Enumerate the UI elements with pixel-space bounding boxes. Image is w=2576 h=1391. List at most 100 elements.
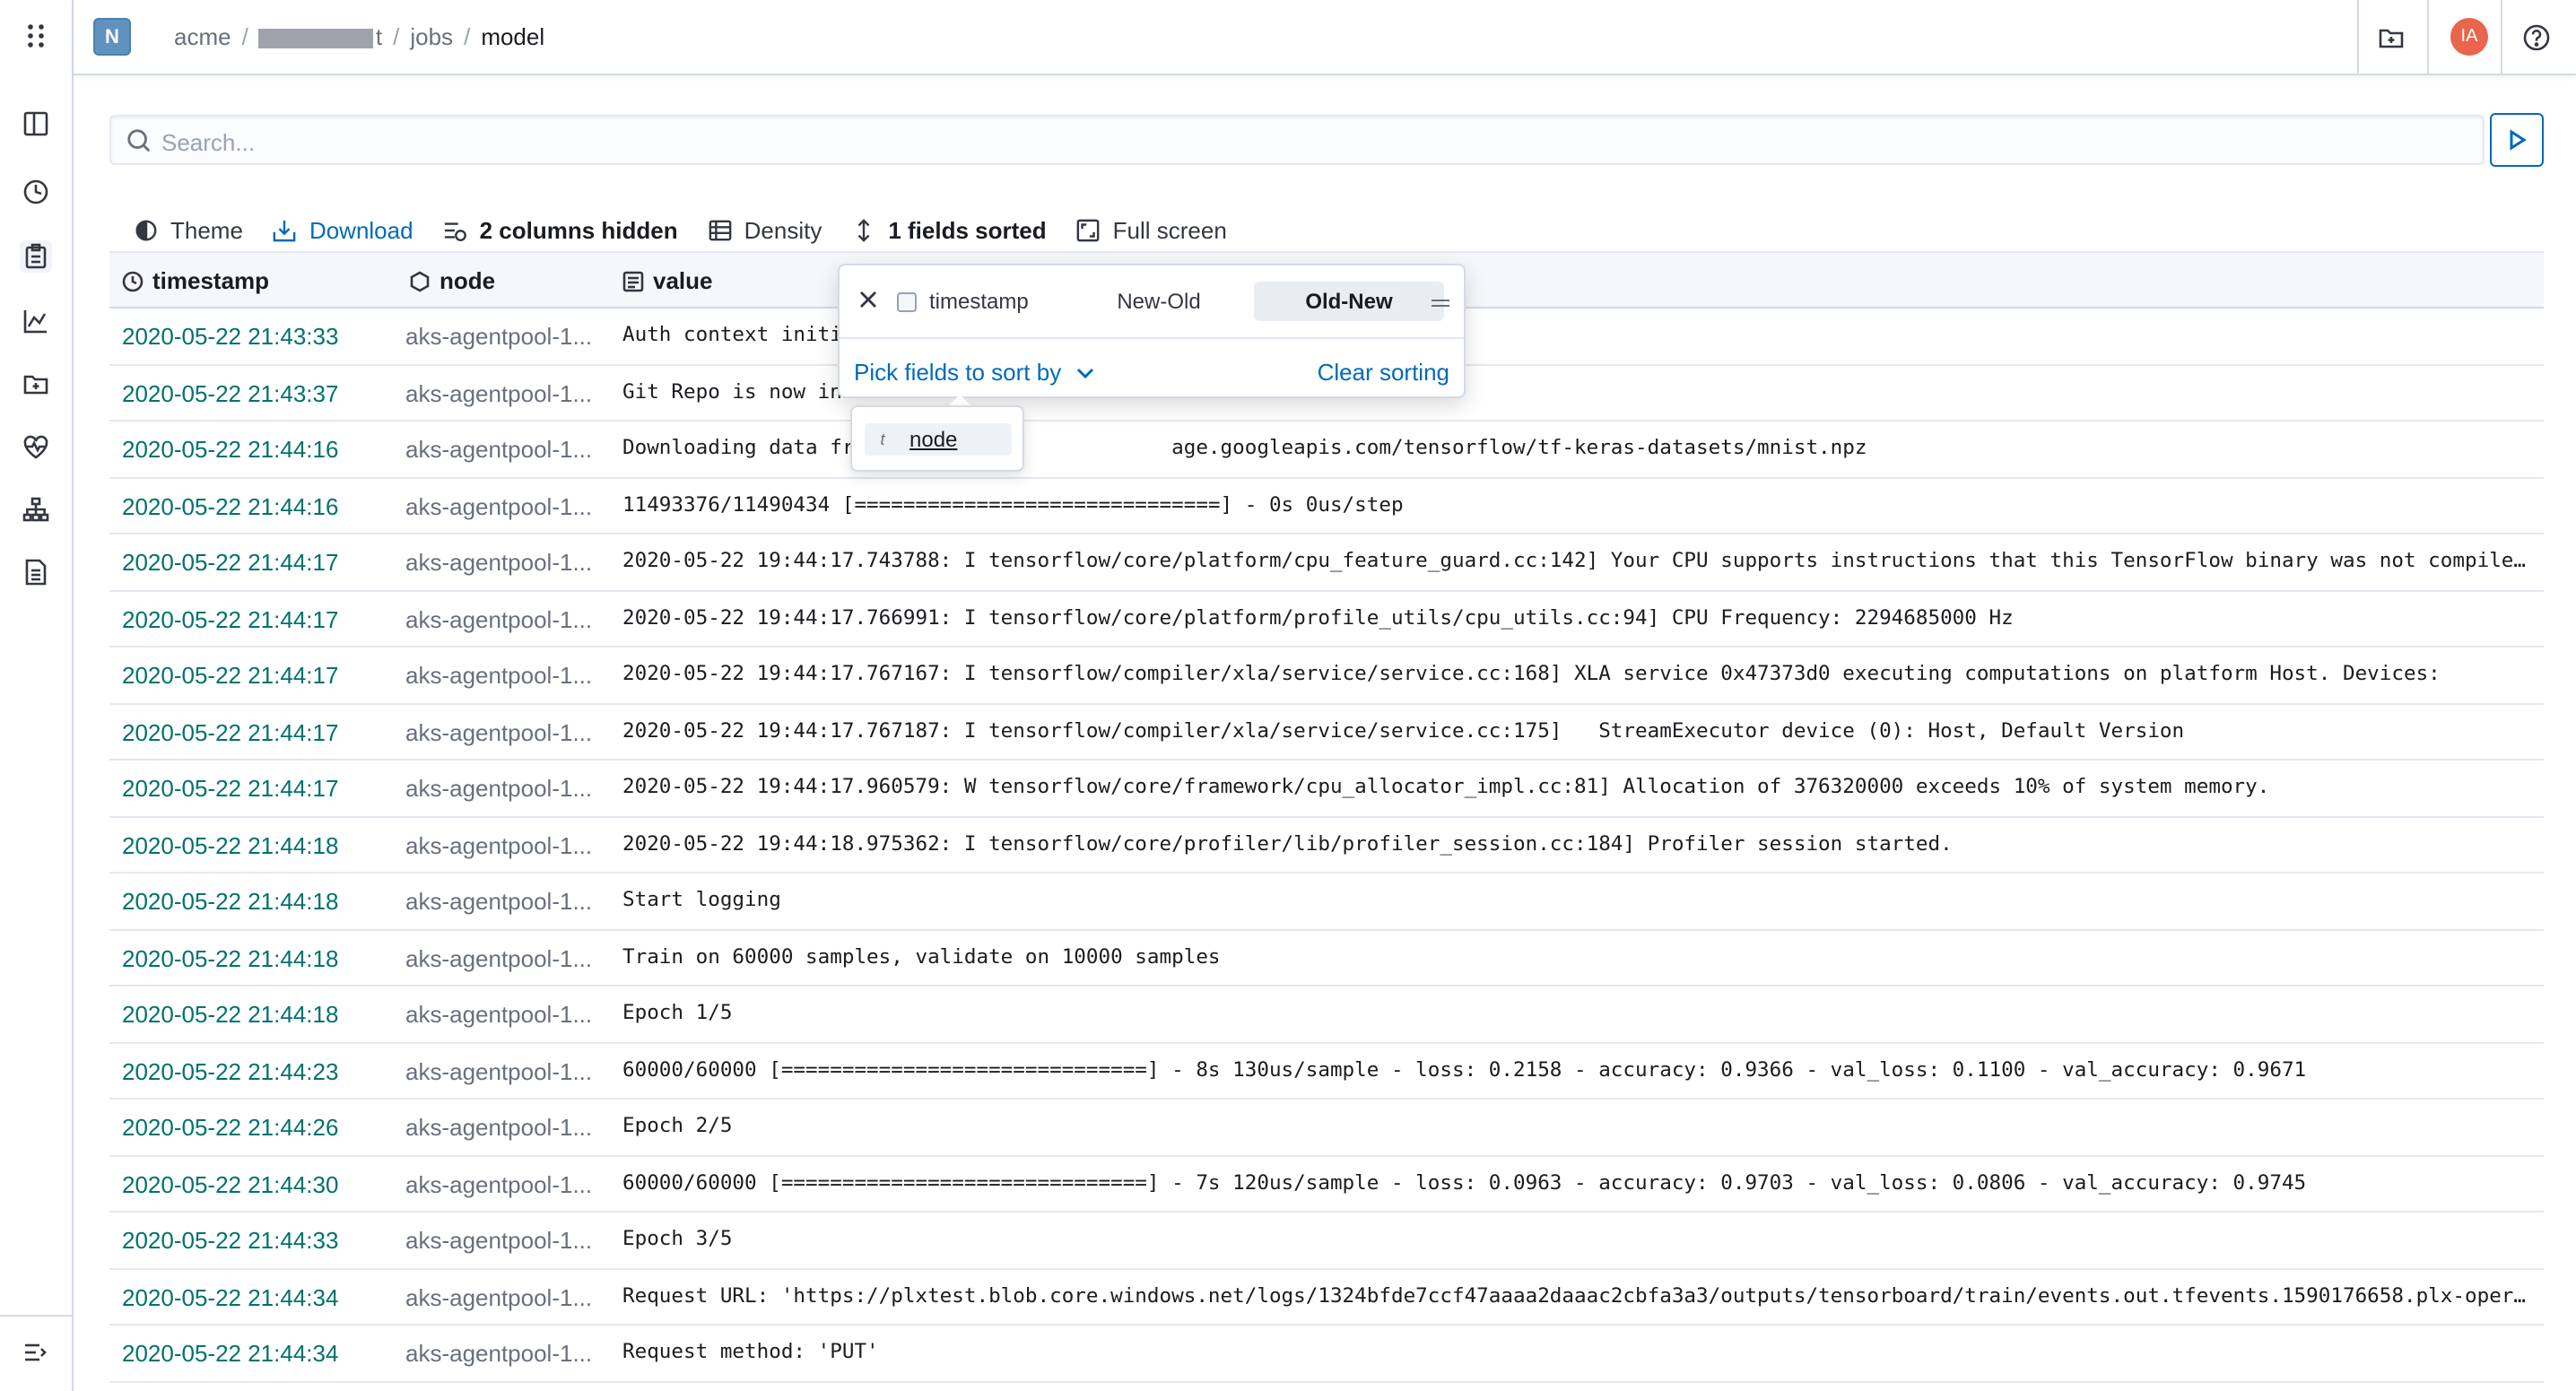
density-icon [709, 219, 731, 240]
value-cell: 60000/60000 [===========================… [622, 1057, 2307, 1081]
table-row[interactable]: 2020-05-22 21:44:18 aks-agentpool-1... 202… [109, 817, 2544, 874]
node-cell: aks-agentpool-1... [405, 831, 593, 858]
layout-icon[interactable] [20, 108, 52, 140]
sort-fields-button[interactable]: 1 fields sorted [852, 216, 1047, 243]
timestamp-cell: 2020-05-22 21:44:18 [122, 888, 339, 915]
value-cell: Request method: 'PUT' [622, 1340, 879, 1363]
table-row[interactable]: 2020-05-22 21:44:16 aks-agentpool-1... 114… [109, 478, 2544, 535]
clipboard-icon[interactable] [20, 240, 52, 273]
node-cell: aks-agentpool-1... [405, 549, 593, 576]
table-row[interactable]: 2020-05-22 21:44:18 aks-agentpool-1... Sta… [109, 874, 2544, 930]
value-cell: 2020-05-22 19:44:17.766991: I tensorflow… [622, 605, 2014, 629]
table-row[interactable]: 2020-05-22 21:44:17 aks-agentpool-1... 202… [109, 648, 2544, 704]
hierarchy-icon[interactable] [20, 493, 52, 526]
table-row[interactable]: 2020-05-22 21:44:17 aks-agentpool-1... 202… [109, 761, 2544, 817]
picker-option-node[interactable]: t node [865, 423, 1012, 456]
sort-popover: timestamp New-Old Old-New Pick fields to… [838, 264, 1466, 421]
timestamp-cell: 2020-05-22 21:44:30 [122, 1170, 339, 1197]
value-cell: Epoch 1/5 [622, 1001, 733, 1024]
document-icon[interactable] [20, 556, 52, 588]
sort-new-old-option[interactable]: New-Old [1064, 282, 1254, 321]
log-data-grid: timestamp node value 2020-05-22 21:43:33… [109, 251, 2544, 1382]
search-input[interactable] [161, 124, 2458, 160]
sort-field-timestamp: timestamp [897, 289, 1029, 314]
clear-sorting-button[interactable]: Clear sorting [1318, 359, 1449, 386]
table-row[interactable]: 2020-05-22 21:44:18 aks-agentpool-1... Tra… [109, 930, 2544, 987]
play-icon [2510, 129, 2527, 151]
table-row[interactable]: 2020-05-22 21:44:17 aks-agentpool-1... 202… [109, 535, 2544, 591]
table-row[interactable]: 2020-05-22 21:44:16 aks-agentpool-1... Dow… [109, 422, 2544, 478]
timestamp-cell: 2020-05-22 21:44:17 [122, 662, 339, 689]
timestamp-cell: 2020-05-22 21:44:17 [122, 718, 339, 745]
value-cell: 11493376/11490434 [=====================… [622, 492, 1404, 516]
column-header-timestamp[interactable]: timestamp [122, 267, 269, 294]
drag-handle-icon[interactable] [1432, 300, 1449, 307]
table-row[interactable]: 2020-05-22 21:44:34 aks-agentpool-1... Req… [109, 1326, 2544, 1382]
node-cell: aks-agentpool-1... [405, 888, 593, 915]
timestamp-cell: 2020-05-22 21:44:16 [122, 492, 339, 519]
top-header: N acme / t / jobs / model IA [74, 0, 2576, 75]
heartbeat-icon[interactable] [20, 430, 52, 463]
columns-icon [445, 222, 467, 240]
app-menu-icon[interactable] [22, 22, 50, 50]
node-cell: aks-agentpool-1... [405, 775, 593, 802]
folder-upload-icon[interactable] [2373, 20, 2409, 56]
download-button[interactable]: Download [274, 216, 413, 243]
timestamp-cell: 2020-05-22 21:43:33 [122, 323, 339, 350]
download-icon [274, 219, 297, 241]
timestamp-cell: 2020-05-22 21:44:23 [122, 1057, 339, 1084]
chart-icon[interactable] [20, 305, 52, 337]
help-icon[interactable] [2519, 20, 2554, 56]
header-divider [2357, 0, 2359, 75]
node-cell: aks-agentpool-1... [405, 1114, 593, 1141]
remove-sort-button[interactable] [857, 289, 879, 310]
app-root: N acme / t / jobs / model IA Theme Do [0, 0, 2576, 1391]
value-cell: Epoch 2/5 [622, 1114, 733, 1137]
breadcrumb: acme / t / jobs / model [174, 23, 544, 50]
table-row[interactable]: 2020-05-22 21:44:17 aks-agentpool-1... 202… [109, 704, 2544, 761]
value-cell: 2020-05-22 19:44:17.767167: I tensorflow… [622, 662, 2441, 685]
timestamp-cell: 2020-05-22 21:44:33 [122, 1227, 339, 1254]
run-search-button[interactable] [2490, 113, 2544, 167]
table-row[interactable]: 2020-05-22 21:44:34 aks-agentpool-1... Req… [109, 1269, 2544, 1326]
column-header-node[interactable]: node [409, 267, 495, 294]
pick-fields-button[interactable]: Pick fields to sort by [854, 359, 1093, 386]
full-screen-button[interactable]: Full screen [1077, 216, 1227, 243]
folder-add-icon[interactable] [20, 368, 52, 400]
table-row[interactable]: 2020-05-22 21:44:26 aks-agentpool-1... Epo… [109, 1100, 2544, 1156]
breadcrumb-jobs[interactable]: jobs [410, 23, 453, 50]
table-row[interactable]: 2020-05-22 21:44:33 aks-agentpool-1... Epo… [109, 1213, 2544, 1269]
table-row[interactable]: 2020-05-22 21:44:17 aks-agentpool-1... 202… [109, 591, 2544, 648]
search-icon [127, 129, 151, 152]
hexagon-icon [410, 270, 430, 291]
breadcrumb-org[interactable]: acme [174, 23, 231, 50]
header-divider [2501, 0, 2502, 75]
table-row[interactable]: 2020-05-22 21:44:30 aks-agentpool-1... 600… [109, 1156, 2544, 1213]
node-cell: aks-agentpool-1... [405, 379, 593, 406]
value-cell: 2020-05-22 19:44:18.975362: I tensorflow… [622, 831, 1953, 855]
timestamp-cell: 2020-05-22 21:44:17 [122, 775, 339, 802]
breadcrumb-separator: / [393, 23, 400, 50]
table-row[interactable]: 2020-05-22 21:44:23 aks-agentpool-1... 600… [109, 1043, 2544, 1100]
sort-icon [857, 218, 870, 241]
node-cell: aks-agentpool-1... [405, 492, 593, 519]
breadcrumb-project[interactable]: t [258, 23, 382, 50]
expand-nav-icon[interactable] [20, 1336, 52, 1369]
string-type-icon: t [880, 430, 885, 448]
timestamp-cell: 2020-05-22 21:44:18 [122, 1001, 339, 1028]
user-avatar[interactable]: IA [2450, 18, 2488, 56]
sort-old-new-option[interactable]: Old-New [1254, 282, 1444, 321]
columns-hidden-button[interactable]: 2 columns hidden [444, 216, 678, 243]
theme-icon [135, 219, 157, 240]
breadcrumb-separator: / [464, 23, 471, 50]
theme-button[interactable]: Theme [135, 216, 243, 243]
table-row[interactable]: 2020-05-22 21:44:18 aks-agentpool-1... Epo… [109, 987, 2544, 1043]
density-button[interactable]: Density [709, 216, 822, 243]
fullscreen-icon [1077, 218, 1100, 241]
value-cell: Train on 60000 samples, validate on 1000… [622, 944, 1221, 968]
value-cell: Epoch 3/5 [622, 1227, 733, 1250]
redacted-block [258, 29, 374, 49]
project-badge[interactable]: N [93, 18, 131, 56]
history-icon[interactable] [20, 176, 52, 208]
column-header-value[interactable]: value [622, 267, 713, 294]
